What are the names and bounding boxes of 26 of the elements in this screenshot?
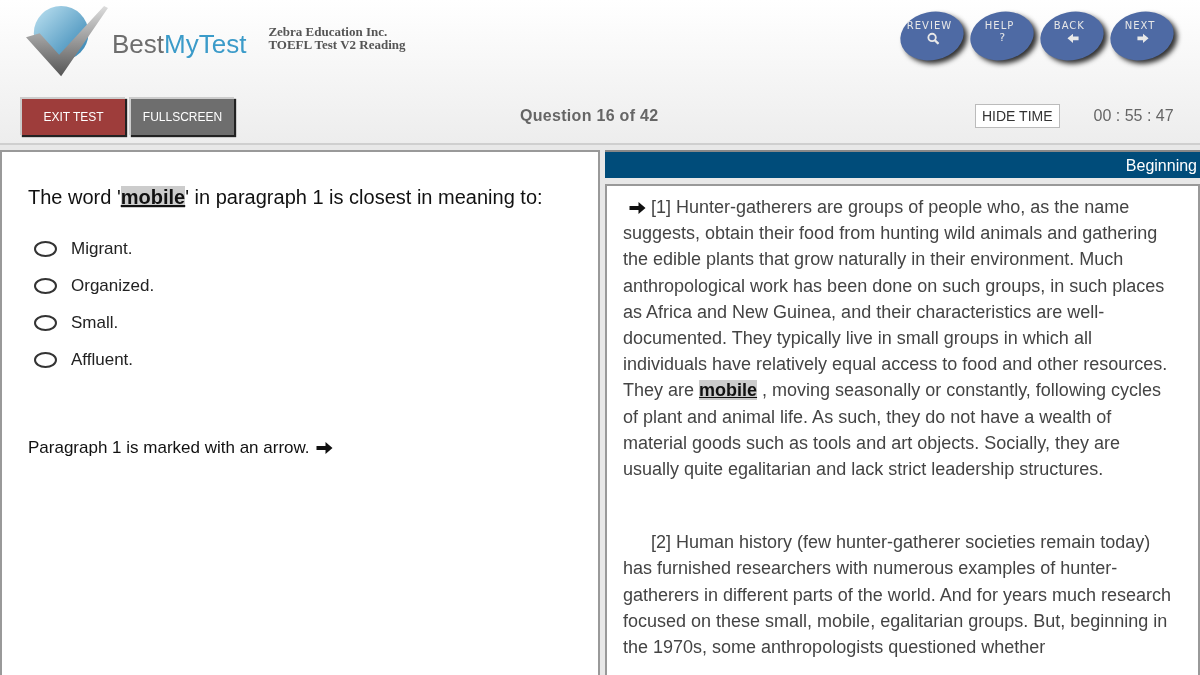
- radio-button[interactable]: [34, 241, 57, 257]
- logo-text: BestMyTest: [112, 28, 247, 60]
- radio-button[interactable]: [34, 352, 57, 368]
- option-label[interactable]: Affluent.: [71, 350, 134, 370]
- passage-paragraph: [1] Hunter-gatherers are groups of people who, as the name suggests, obtain their food from hunting wild animals and gathering the edible plants that grow naturally in their environment. Much anthropological work has been done on such groups, in such places as Africa and New Guinea, and their characteristics are well-documented. They typically live in small groups in which all individuals have relatively equal access to food and other resources. They are mobile , moving seasonally or constantly, following cycles of plant and animal life. As such, they do not have a wealth of material goods such as tools and art objects. Socially, they are usually quite egalitarian and lack strict leadership structures.: [623, 196, 1169, 482]
- arrow-right-icon: [1136, 31, 1149, 45]
- option-label[interactable]: Migrant.: [71, 239, 133, 259]
- radio-button[interactable]: [34, 315, 57, 331]
- position-label: Beginning: [1125, 157, 1197, 174]
- hide-time-button[interactable]: HIDE TIME: [975, 104, 1060, 128]
- radio-button[interactable]: [34, 278, 57, 294]
- timer: 00 : 55 : 47: [1093, 107, 1174, 125]
- organization-name: Zebra Education Inc.: [268, 25, 389, 38]
- arrow-right-icon: [315, 441, 333, 455]
- fullscreen-button[interactable]: FULLSCREEN: [129, 97, 234, 135]
- passage-paragraph: [2] Human history (few hunter-gatherer societies remain today) has furnished researchers with numerous examples of hunter-gatherers in different parts of the world. And for years much research focused on these small, mobile, egalitarian groups. But, beginning in the 1970s, some anthropologists questioned whether: [623, 531, 1172, 660]
- arrow-left-icon: [1066, 31, 1079, 45]
- question-counter: Question 16 of 42: [520, 107, 660, 125]
- option-label[interactable]: Small.: [71, 313, 119, 333]
- exit-test-button[interactable]: EXIT TEST: [20, 97, 125, 135]
- question-prompt: The word 'mobile' in paragraph 1 is closest in meaning to:: [28, 186, 543, 208]
- note-text: Paragraph 1 is marked with an arrow.: [28, 438, 310, 458]
- paragraph-arrow-icon: [629, 201, 646, 215]
- option-label[interactable]: Organized.: [71, 276, 155, 296]
- search-icon: [926, 31, 939, 45]
- test-name: TOEFL Test V2 Reading: [268, 38, 406, 51]
